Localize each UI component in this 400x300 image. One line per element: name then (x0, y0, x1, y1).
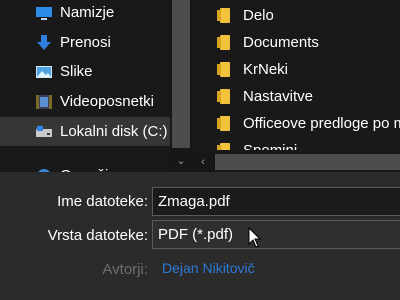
folder-icon (217, 35, 230, 50)
filetype-label: Vrsta datoteke: (47, 227, 148, 244)
nav-item-label: Videoposnetki (60, 93, 154, 110)
folder-icon (217, 89, 230, 104)
file-list-scrollbar[interactable]: ‹ (193, 152, 400, 172)
nav-scrollbar[interactable]: ⌄ (170, 0, 192, 172)
authors-link[interactable]: Dejan Nikitovič (162, 260, 255, 276)
file-list: Delo Documents KrNeki Nastavitve Officeo… (193, 0, 400, 150)
folder-item[interactable]: Officeove predloge po m (193, 110, 400, 137)
nav-item-label: Namizje (60, 4, 115, 21)
folder-icon (217, 143, 230, 150)
authors-label: Avtorji: (102, 261, 148, 278)
folder-icon (217, 8, 230, 23)
folder-name: Spomini (243, 142, 297, 150)
drive-icon (36, 125, 52, 137)
pictures-icon (36, 65, 52, 78)
videos-icon (36, 94, 52, 109)
folder-item[interactable]: Documents (193, 29, 400, 56)
nav-item-local-disk[interactable]: Lokalni disk (C:) (0, 117, 170, 146)
nav-scrollbar-thumb[interactable] (172, 0, 190, 148)
filename-input[interactable]: Zmaga.pdf (152, 187, 400, 216)
download-arrow-icon (37, 34, 51, 50)
folder-icon (217, 62, 230, 77)
filetype-select[interactable]: PDF (*.pdf) (152, 220, 400, 249)
folder-name: Officeove predloge po m (243, 115, 400, 132)
desktop-icon (36, 6, 52, 20)
folder-item[interactable]: KrNeki (193, 56, 400, 83)
nav-item-label: Prenosi (60, 34, 111, 51)
nav-item-label: Slike (60, 63, 93, 80)
nav-item-pictures[interactable]: Slike (0, 57, 170, 86)
folder-name: Nastavitve (243, 88, 314, 105)
navigation-pane: Namizje Prenosi Slike Videoposnetki Loka… (0, 0, 170, 150)
filename-label: Ime datoteke: (57, 193, 148, 210)
nav-pane-bottom: Omrežje (0, 150, 193, 184)
nav-item-downloads[interactable]: Prenosi (0, 28, 170, 57)
save-options-panel: Ime datoteke: Zmaga.pdf Vrsta datoteke: … (0, 172, 400, 300)
chevron-left-icon[interactable]: ‹ (193, 152, 213, 172)
nav-item-desktop[interactable]: Namizje (0, 0, 170, 27)
folder-name: Delo (243, 7, 274, 24)
nav-item-videos[interactable]: Videoposnetki (0, 87, 170, 116)
folder-name: Documents (243, 34, 319, 51)
nav-item-label: Lokalni disk (C:) (60, 123, 168, 140)
chevron-down-icon[interactable]: ⌄ (170, 152, 192, 170)
file-list-scrollbar-thumb[interactable] (215, 154, 400, 170)
folder-icon (217, 116, 230, 131)
folder-item[interactable]: Delo (193, 2, 400, 29)
folder-item[interactable]: Nastavitve (193, 83, 400, 110)
folder-item[interactable]: Spomini (193, 137, 400, 150)
mouse-cursor-icon (248, 227, 262, 248)
folder-name: KrNeki (243, 61, 289, 78)
